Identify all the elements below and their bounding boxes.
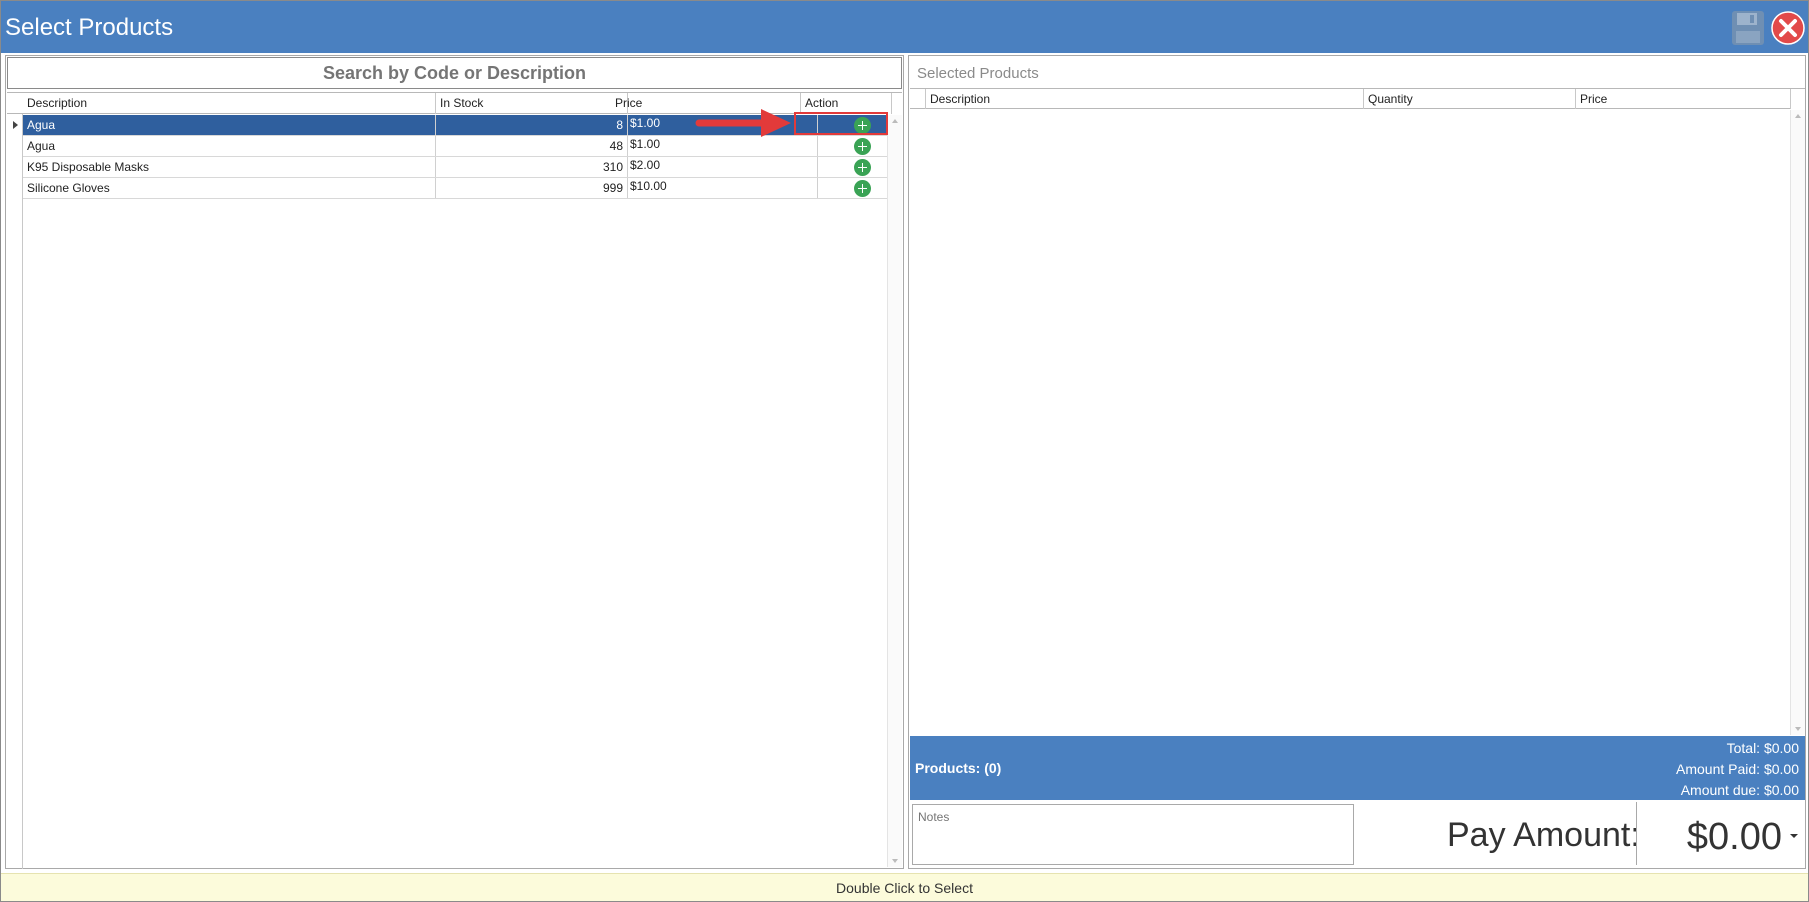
table-row[interactable]: Silicone Gloves 999 $10.00 <box>23 178 887 199</box>
close-button[interactable] <box>1770 10 1806 46</box>
cell-in-stock: 999 <box>436 178 628 198</box>
products-count: Products: (0) <box>915 760 1002 776</box>
add-product-button[interactable] <box>854 180 871 197</box>
notes-field[interactable] <box>912 804 1354 865</box>
selected-products-title: Selected Products <box>917 65 1039 82</box>
column-header-action[interactable]: Action <box>801 93 892 114</box>
window-title: Select Products <box>5 14 174 41</box>
cell-description: Silicone Gloves <box>23 178 436 198</box>
cell-price: $2.00 <box>628 157 818 177</box>
row-indicator-column <box>7 93 23 869</box>
cell-description: Agua <box>23 115 436 135</box>
column-header-price[interactable]: Price <box>1576 89 1791 109</box>
products-pane: Description In Stock Price Action Agua 8… <box>5 55 904 869</box>
cell-description: Agua <box>23 136 436 156</box>
scroll-up-icon[interactable] <box>1795 114 1801 118</box>
annotation-highlight-box <box>794 112 888 135</box>
selected-grid-header: Description Quantity Price <box>910 89 1791 109</box>
cell-in-stock: 8 <box>436 115 628 135</box>
column-header-description[interactable]: Description <box>23 93 436 114</box>
title-bar: Select Products <box>1 1 1808 53</box>
pay-amount-value: $0.00 <box>1686 816 1782 858</box>
chevron-down-icon[interactable] <box>1790 834 1798 838</box>
search-input[interactable] <box>7 57 902 89</box>
table-row[interactable]: K95 Disposable Masks 310 $2.00 <box>23 157 887 178</box>
add-product-button[interactable] <box>854 138 871 155</box>
add-product-button[interactable] <box>854 159 871 176</box>
status-hint: Double Click to Select <box>1 873 1808 901</box>
selected-products-pane: Selected Products Description Quantity P… <box>908 55 1806 869</box>
close-circle-icon <box>1771 11 1805 45</box>
annotation-arrow-icon <box>695 109 791 137</box>
column-header-in-stock[interactable]: In Stock <box>436 93 628 114</box>
amount-due: Amount due: $0.00 <box>1680 782 1799 798</box>
select-products-window: Select Products Description In Stock Pr <box>0 0 1809 902</box>
selected-products-grid: Description Quantity Price <box>910 88 1805 736</box>
save-disk-icon <box>1732 11 1764 45</box>
selected-scrollbar[interactable] <box>1790 110 1805 735</box>
amount-paid: Amount Paid: $0.00 <box>1676 761 1799 777</box>
cell-price: $10.00 <box>628 178 818 198</box>
current-row-arrow-icon <box>13 121 18 129</box>
cell-in-stock: 310 <box>436 157 628 177</box>
products-scrollbar[interactable] <box>887 115 902 867</box>
cell-in-stock: 48 <box>436 136 628 156</box>
total-amount: Total: $0.00 <box>1726 740 1799 756</box>
save-button[interactable] <box>1730 9 1766 47</box>
column-header-description[interactable]: Description <box>926 89 1364 109</box>
pay-amount-input[interactable]: $0.00 <box>1636 802 1804 865</box>
row-indicator-header <box>910 89 926 109</box>
pay-amount-label: Pay Amount: <box>1447 816 1640 854</box>
summary-bar: Products: (0) Total: $0.00 Amount Paid: … <box>910 736 1805 800</box>
products-grid: Description In Stock Price Action Agua 8… <box>7 92 902 869</box>
scroll-down-icon[interactable] <box>892 859 898 863</box>
scroll-down-icon[interactable] <box>1795 727 1801 731</box>
column-header-quantity[interactable]: Quantity <box>1364 89 1576 109</box>
cell-description: K95 Disposable Masks <box>23 157 436 177</box>
scroll-up-icon[interactable] <box>892 119 898 123</box>
